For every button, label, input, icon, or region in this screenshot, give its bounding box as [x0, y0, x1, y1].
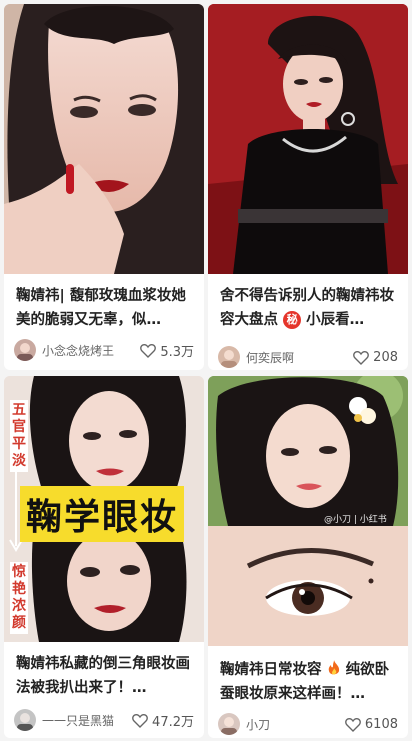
author-name[interactable]: 小刀 [246, 716, 345, 733]
author-name[interactable]: 小念念烧烤王 [42, 342, 140, 359]
like-count: 208 [373, 349, 398, 365]
like-button[interactable]: 47.2万 [132, 711, 194, 730]
author-avatar[interactable] [14, 339, 36, 361]
title-text-tail: 小辰看… [306, 312, 365, 328]
note-title[interactable]: 舍不得告诉别人的鞠婧祎妆容大盘点 秘 小辰看… [220, 284, 398, 332]
like-button[interactable]: 6108 [345, 717, 398, 732]
author-name[interactable]: 一一只是黑猫 [42, 712, 132, 729]
secret-badge-icon: 秘 [283, 311, 302, 329]
note-card-1[interactable]: 鞠婧祎| 馥郁玫瑰血浆妆她美的脆弱又无辜，似… 小念念烧烤王 5.3万 [4, 4, 204, 370]
heart-outline-icon [140, 343, 157, 358]
watermark: @小刀 | 小红书 [324, 515, 387, 525]
cover-image[interactable] [208, 4, 408, 274]
heart-outline-icon [132, 713, 148, 728]
author-avatar[interactable] [218, 713, 240, 735]
overlay-tag-top: 五官平淡 [10, 400, 28, 472]
like-count: 6108 [364, 716, 398, 732]
note-card-3[interactable]: 五官平淡 鞠学眼妆 惊艳浓颜 鞠婧祎私藏的倒三角眼妆画法被我扒出来了！… 一一只… [4, 376, 204, 738]
overlay-tag-bottom: 惊艳浓颜 [10, 562, 28, 634]
portrait-photo [208, 376, 408, 646]
note-card-4[interactable]: @小刀 | 小红书 鞠婧祎日常妆容 纯欲卧蚕眼妆原来这样画！… 小刀 6108 [208, 376, 408, 738]
like-count: 47.2万 [152, 714, 194, 730]
like-button[interactable]: 5.3万 [140, 341, 194, 360]
cover-image[interactable]: 五官平淡 鞠学眼妆 惊艳浓颜 [4, 376, 204, 642]
title-text: 鞠婧祎日常妆容 [220, 662, 322, 678]
author-name[interactable]: 何奕辰啊 [246, 349, 353, 366]
portrait-photo [208, 4, 408, 274]
overlay-headline: 鞠学眼妆 [20, 486, 185, 542]
heart-outline-icon [353, 350, 370, 365]
cover-image[interactable] [4, 4, 204, 274]
note-card-2[interactable]: 舍不得告诉别人的鞠婧祎妆容大盘点 秘 小辰看… 何奕辰啊 208 [208, 4, 408, 370]
author-avatar[interactable] [14, 709, 36, 731]
note-title[interactable]: 鞠婧祎日常妆容 纯欲卧蚕眼妆原来这样画！… [220, 658, 398, 706]
like-button[interactable]: 208 [353, 350, 398, 365]
author-avatar[interactable] [218, 346, 240, 368]
portrait-photo [4, 4, 204, 274]
cover-image[interactable]: @小刀 | 小红书 [208, 376, 408, 646]
note-title[interactable]: 鞠婧祎| 馥郁玫瑰血浆妆她美的脆弱又无辜，似… [16, 284, 194, 332]
note-title[interactable]: 鞠婧祎私藏的倒三角眼妆画法被我扒出来了！… [16, 652, 194, 700]
like-count: 5.3万 [160, 344, 194, 360]
fire-icon [328, 660, 339, 675]
heart-outline-icon [345, 717, 361, 732]
